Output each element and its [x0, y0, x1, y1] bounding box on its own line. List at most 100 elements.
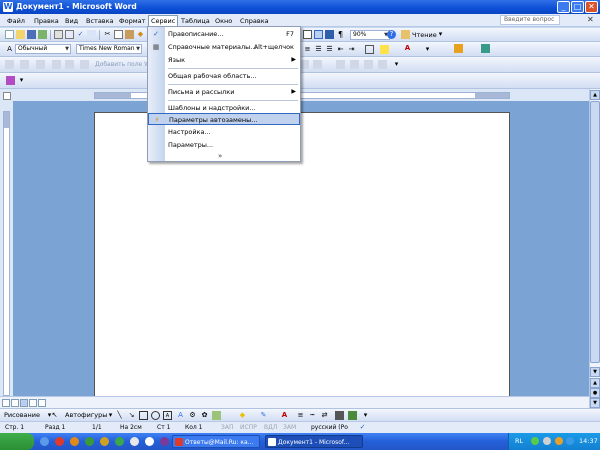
language-indicator[interactable]: RL: [515, 437, 523, 446]
menu-item-shared-workspace[interactable]: Общая рабочая область...: [148, 70, 300, 82]
outline-view-icon[interactable]: [29, 399, 37, 407]
picture-icon[interactable]: [212, 411, 221, 420]
permission-icon[interactable]: [38, 30, 47, 39]
menu-view[interactable]: Вид: [65, 16, 78, 26]
menu-item-options[interactable]: Параметры...: [148, 139, 300, 151]
volume-icon[interactable]: [555, 437, 563, 445]
read-mode-button[interactable]: Чтение: [412, 31, 437, 39]
dash-style-icon[interactable]: ┅: [308, 411, 317, 420]
quicklaunch-icon[interactable]: [160, 437, 169, 446]
toolbar-icon[interactable]: [364, 60, 373, 69]
shadow-icon[interactable]: [335, 411, 344, 420]
spelling-icon[interactable]: ✓: [76, 30, 85, 39]
drawing-menu-button[interactable]: Рисование: [4, 411, 40, 420]
start-button[interactable]: [0, 433, 34, 450]
taskbar-item-word[interactable]: Документ1 - Microsof...: [265, 435, 363, 448]
toolbar-icon[interactable]: [378, 60, 387, 69]
paste-icon[interactable]: [125, 30, 134, 39]
chevron-double-down-icon[interactable]: »: [218, 152, 222, 160]
translate-icon[interactable]: [481, 44, 490, 53]
menu-item-customize[interactable]: Настройка...: [148, 126, 300, 138]
toolbar-icon[interactable]: [20, 60, 29, 69]
clipart-icon[interactable]: ✿: [200, 411, 209, 420]
font-select[interactable]: Times New Roman ▼: [76, 44, 142, 54]
toolbar-options-icon[interactable]: ▾: [17, 76, 26, 85]
highlight-icon[interactable]: [380, 45, 389, 54]
menu-item-mailings[interactable]: Письма и рассылки ▶: [148, 86, 300, 98]
toolbar-icon[interactable]: [52, 60, 61, 69]
bullets-icon[interactable]: ☰: [325, 45, 334, 54]
toolbar-icon[interactable]: [65, 60, 74, 69]
print-preview-icon[interactable]: [65, 30, 74, 39]
arrow-style-icon[interactable]: ⇄: [320, 411, 329, 420]
line-spacing-icon[interactable]: ≡: [303, 45, 312, 54]
toolbar-icon[interactable]: [350, 60, 359, 69]
arrow-icon[interactable]: ↘: [127, 411, 136, 420]
toolbar-options-icon[interactable]: ▾: [392, 60, 401, 69]
menu-item-autocorrect[interactable]: ⚡ Параметры автозамены...: [148, 113, 300, 125]
menu-item-spelling[interactable]: ✓ Правописание... F7: [148, 28, 300, 40]
horizontal-scrollbar[interactable]: [0, 396, 589, 408]
style-select[interactable]: Обычный ▼: [15, 44, 71, 54]
cut-icon[interactable]: ✂: [103, 30, 112, 39]
numbering-icon[interactable]: ☰: [314, 45, 323, 54]
opera-icon[interactable]: [55, 437, 64, 446]
toolbar-options-icon[interactable]: ▾: [423, 45, 432, 54]
close-button[interactable]: ✕: [585, 1, 598, 13]
scroll-down-icon[interactable]: ▼: [590, 367, 600, 377]
borders-icon[interactable]: [365, 45, 374, 54]
folder-icon[interactable]: [100, 437, 109, 446]
document-close-icon[interactable]: ✕: [587, 15, 594, 25]
status-ext[interactable]: ВДЛ: [264, 424, 277, 432]
next-page-icon[interactable]: ▼: [590, 398, 600, 408]
help-search-input[interactable]: Введите вопрос: [500, 15, 560, 25]
line-icon[interactable]: ╲: [115, 411, 124, 420]
save-icon[interactable]: [27, 30, 36, 39]
maximize-button[interactable]: □: [571, 1, 584, 13]
scrollbar-thumb[interactable]: [590, 101, 600, 363]
diagram-icon[interactable]: ⚙: [188, 411, 197, 420]
read-mode-icon[interactable]: [401, 30, 410, 39]
toolbar-icon[interactable]: [5, 60, 14, 69]
firefox-icon[interactable]: [70, 437, 79, 446]
oval-icon[interactable]: [151, 411, 160, 420]
toolbar-icon[interactable]: [80, 60, 89, 69]
rectangle-icon[interactable]: [139, 411, 148, 420]
status-ovr[interactable]: ЗАМ: [283, 424, 296, 432]
copy-icon[interactable]: [114, 30, 123, 39]
status-rec[interactable]: ЗАП: [221, 424, 233, 432]
autoshapes-button[interactable]: Автофигуры: [65, 411, 107, 420]
toolbar-options-icon[interactable]: ▾: [436, 30, 445, 39]
menu-insert[interactable]: Вставка: [86, 16, 114, 26]
increase-indent-icon[interactable]: ⇥: [347, 45, 356, 54]
menu-window[interactable]: Окно: [215, 16, 232, 26]
network-icon[interactable]: [543, 437, 551, 445]
toolbar-icon[interactable]: [336, 60, 345, 69]
print-layout-icon[interactable]: [20, 399, 28, 407]
chrome-icon[interactable]: [85, 437, 94, 446]
decrease-indent-icon[interactable]: ⇤: [336, 45, 345, 54]
toolbar-options-icon[interactable]: ▾: [361, 411, 370, 420]
spelling-status-icon[interactable]: ✓: [358, 423, 367, 432]
line-style-icon[interactable]: ≡: [296, 411, 305, 420]
clock[interactable]: 14:37: [579, 437, 598, 446]
line-color-icon[interactable]: ✎: [259, 411, 268, 420]
tray-icon[interactable]: [566, 437, 574, 445]
menu-item-research[interactable]: ▦ Справочные материалы... Alt+щелчок: [148, 41, 300, 53]
style-icon[interactable]: [6, 76, 15, 85]
reading-view-icon[interactable]: [38, 399, 46, 407]
styles-pane-icon[interactable]: A: [5, 45, 14, 54]
document-map-icon[interactable]: [303, 30, 312, 39]
quicklaunch-icon[interactable]: [130, 437, 139, 446]
previous-page-icon[interactable]: ▲: [590, 378, 600, 388]
minimize-button[interactable]: _: [557, 1, 570, 13]
menu-format[interactable]: Формат: [119, 16, 145, 26]
menu-table[interactable]: Таблица: [181, 16, 210, 26]
fill-color-icon[interactable]: ◆: [238, 411, 247, 420]
menu-help[interactable]: Справка: [240, 16, 269, 26]
help-icon[interactable]: ?: [387, 30, 396, 39]
status-trk[interactable]: ИСПР: [240, 424, 257, 432]
normal-view-icon[interactable]: [2, 399, 10, 407]
research-pane-icon[interactable]: [454, 44, 463, 53]
web-view-icon[interactable]: [11, 399, 19, 407]
